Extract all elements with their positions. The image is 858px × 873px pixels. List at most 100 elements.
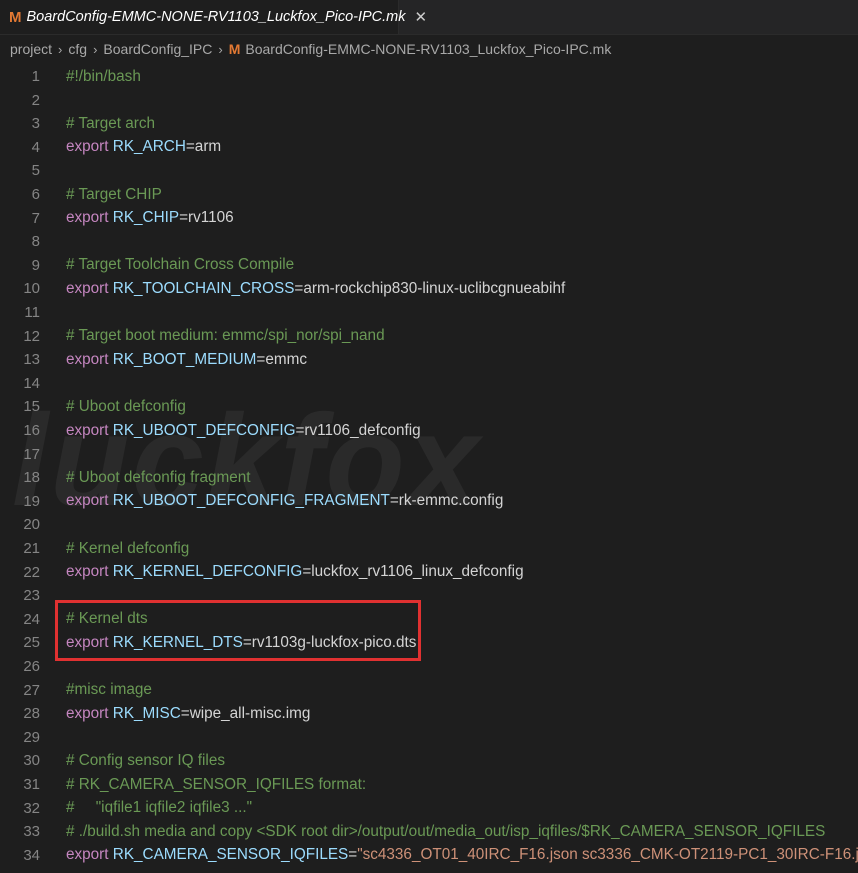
tab-title[interactable]: BoardConfig-EMMC-NONE-RV1103_Luckfox_Pic… — [27, 9, 406, 25]
line-number: 8 — [31, 233, 40, 251]
token-var: RK_KERNEL_DTS — [112, 633, 243, 651]
code-line[interactable]: 28 export RK_MISC=wipe_all-misc.img — [0, 702, 858, 725]
line-number: 20 — [23, 516, 40, 534]
chevron-right-icon: › — [58, 41, 63, 57]
line-number: 18 — [23, 469, 40, 487]
token-kw: export — [66, 350, 109, 368]
code-content: export RK_KERNEL_DTS=rv1103g-luckfox-pic… — [66, 634, 416, 652]
line-number: 10 — [23, 280, 40, 298]
code-line[interactable]: 25 export RK_KERNEL_DTS=rv1103g-luckfox-p… — [0, 631, 858, 654]
code-line[interactable]: 5 — [0, 159, 858, 182]
editor-tab[interactable]: M BoardConfig-EMMC-NONE-RV1103_Luckfox_P… — [0, 0, 427, 34]
token-comment: # Target boot medium: emmc/spi_nor/spi_n… — [66, 327, 385, 345]
code-line[interactable]: 1 #!/bin/bash — [0, 65, 858, 88]
line-number: 29 — [23, 728, 40, 746]
code-line[interactable]: 7 export RK_CHIP=rv1106 — [0, 207, 858, 230]
token-val: = — [348, 846, 358, 864]
line-number: 22 — [23, 563, 40, 581]
code-content: # Target boot medium: emmc/spi_nor/spi_n… — [66, 327, 385, 345]
code-line[interactable]: 6 # Target CHIP — [0, 183, 858, 206]
token-val: =arm-rockchip830-linux-uclibcgnueabihf — [294, 279, 566, 297]
line-number: 23 — [23, 587, 40, 605]
code-line[interactable]: 4 export RK_ARCH=arm — [0, 136, 858, 159]
line-number: 4 — [31, 138, 40, 156]
tab-bar: M BoardConfig-EMMC-NONE-RV1103_Luckfox_P… — [0, 0, 858, 35]
code-content: # ./build.sh media and copy <SDK root di… — [66, 823, 825, 841]
token-comment: # RK_CAMERA_SENSOR_IQFILES format: — [66, 775, 367, 793]
code-line[interactable]: 22 export RK_KERNEL_DEFCONFIG=luckfox_rv1… — [0, 561, 858, 584]
line-number: 3 — [31, 115, 40, 133]
code-content: export RK_TOOLCHAIN_CROSS=arm-rockchip83… — [66, 280, 565, 298]
code-line[interactable]: 12 # Target boot medium: emmc/spi_nor/spi… — [0, 325, 858, 348]
line-number: 27 — [23, 681, 40, 699]
chevron-right-icon: › — [93, 41, 98, 57]
code-line[interactable]: 2 — [0, 89, 858, 112]
code-line[interactable]: 8 — [0, 230, 858, 253]
breadcrumb-item-cfg[interactable]: cfg — [68, 41, 87, 57]
breadcrumb-item-file[interactable]: BoardConfig-EMMC-NONE-RV1103_Luckfox_Pic… — [245, 41, 611, 57]
code-content: # Target Toolchain Cross Compile — [66, 256, 294, 274]
code-line[interactable]: 26 — [0, 655, 858, 678]
token-comment: # Kernel dts — [66, 610, 148, 628]
token-kw: export — [66, 846, 109, 864]
token-kw: export — [66, 704, 109, 722]
code-line[interactable]: 18 # Uboot defconfig fragment — [0, 466, 858, 489]
code-line[interactable]: 10 export RK_TOOLCHAIN_CROSS=arm-rockchip… — [0, 277, 858, 300]
token-kw: export — [66, 138, 109, 156]
code-line[interactable]: 9 # Target Toolchain Cross Compile — [0, 254, 858, 277]
code-line[interactable]: 34 export RK_CAMERA_SENSOR_IQFILES="sc433… — [0, 844, 858, 867]
code-line[interactable]: 33 # ./build.sh media and copy <SDK root … — [0, 820, 858, 843]
token-val: =rk-emmc.config — [389, 492, 504, 510]
token-comment: # ./build.sh media and copy <SDK root di… — [66, 822, 826, 840]
code-line[interactable]: 19 export RK_UBOOT_DEFCONFIG_FRAGMENT=rk-… — [0, 490, 858, 513]
token-comment: # Target Toolchain Cross Compile — [66, 256, 295, 274]
line-number: 30 — [23, 752, 40, 770]
token-kw: export — [66, 563, 109, 581]
token-var: RK_TOOLCHAIN_CROSS — [112, 279, 295, 297]
token-val: =arm — [185, 138, 222, 156]
code-line[interactable]: 20 — [0, 513, 858, 536]
code-line[interactable]: 24 # Kernel dts — [0, 608, 858, 631]
code-content: export RK_CHIP=rv1106 — [66, 209, 234, 227]
code-line[interactable]: 3 # Target arch — [0, 112, 858, 135]
code-content: export RK_MISC=wipe_all-misc.img — [66, 705, 310, 723]
code-line[interactable]: 16 export RK_UBOOT_DEFCONFIG=rv1106_defco… — [0, 419, 858, 442]
line-number: 25 — [23, 634, 40, 652]
code-line[interactable]: 31 # RK_CAMERA_SENSOR_IQFILES format: — [0, 773, 858, 796]
token-var: RK_ARCH — [112, 138, 186, 156]
code-line[interactable]: 27 #misc image — [0, 679, 858, 702]
token-comment: #misc image — [66, 681, 152, 699]
code-line[interactable]: 21 # Kernel defconfig — [0, 537, 858, 560]
token-val: =emmc — [256, 350, 307, 368]
breadcrumb-item-project[interactable]: project — [10, 41, 52, 57]
token-comment: # Uboot defconfig fragment — [66, 468, 251, 486]
code-line[interactable]: 29 — [0, 726, 858, 749]
token-var: RK_CHIP — [112, 209, 180, 227]
line-number: 6 — [31, 186, 40, 203]
line-number: 14 — [23, 374, 40, 392]
token-var: RK_UBOOT_DEFCONFIG — [112, 421, 296, 439]
token-kw: export — [66, 421, 109, 439]
token-kw: export — [66, 209, 109, 227]
code-line[interactable]: 11 — [0, 301, 858, 324]
line-number: 12 — [23, 327, 40, 345]
breadcrumb-item-boardconfig-ipc[interactable]: BoardConfig_IPC — [103, 41, 212, 57]
code-editor[interactable]: luckfox 1 #!/bin/bash 2 3 # Target arch 4 expo… — [0, 65, 858, 873]
token-comment: # Uboot defconfig — [66, 397, 186, 415]
code-line[interactable]: 30 # Config sensor IQ files — [0, 749, 858, 772]
code-line[interactable]: 15 # Uboot defconfig — [0, 395, 858, 418]
token-var: RK_BOOT_MEDIUM — [112, 350, 257, 368]
token-val: =rv1106_defconfig — [295, 421, 421, 439]
code-line[interactable]: 13 export RK_BOOT_MEDIUM=emmc — [0, 348, 858, 371]
code-line[interactable]: 23 — [0, 584, 858, 607]
token-kw: export — [66, 279, 109, 297]
line-number: 1 — [31, 68, 40, 85]
code-content: # Target CHIP — [66, 186, 162, 204]
code-line[interactable]: 14 — [0, 372, 858, 395]
close-icon[interactable]: ✕ — [415, 8, 428, 26]
line-number: 17 — [23, 445, 40, 463]
code-line[interactable]: 32 # "iqfile1 iqfile2 iqfile3 ..." — [0, 797, 858, 820]
code-line[interactable]: 17 — [0, 443, 858, 466]
token-val: =wipe_all-misc.img — [180, 704, 311, 722]
token-val: =luckfox_rv1106_linux_defconfig — [302, 563, 524, 581]
